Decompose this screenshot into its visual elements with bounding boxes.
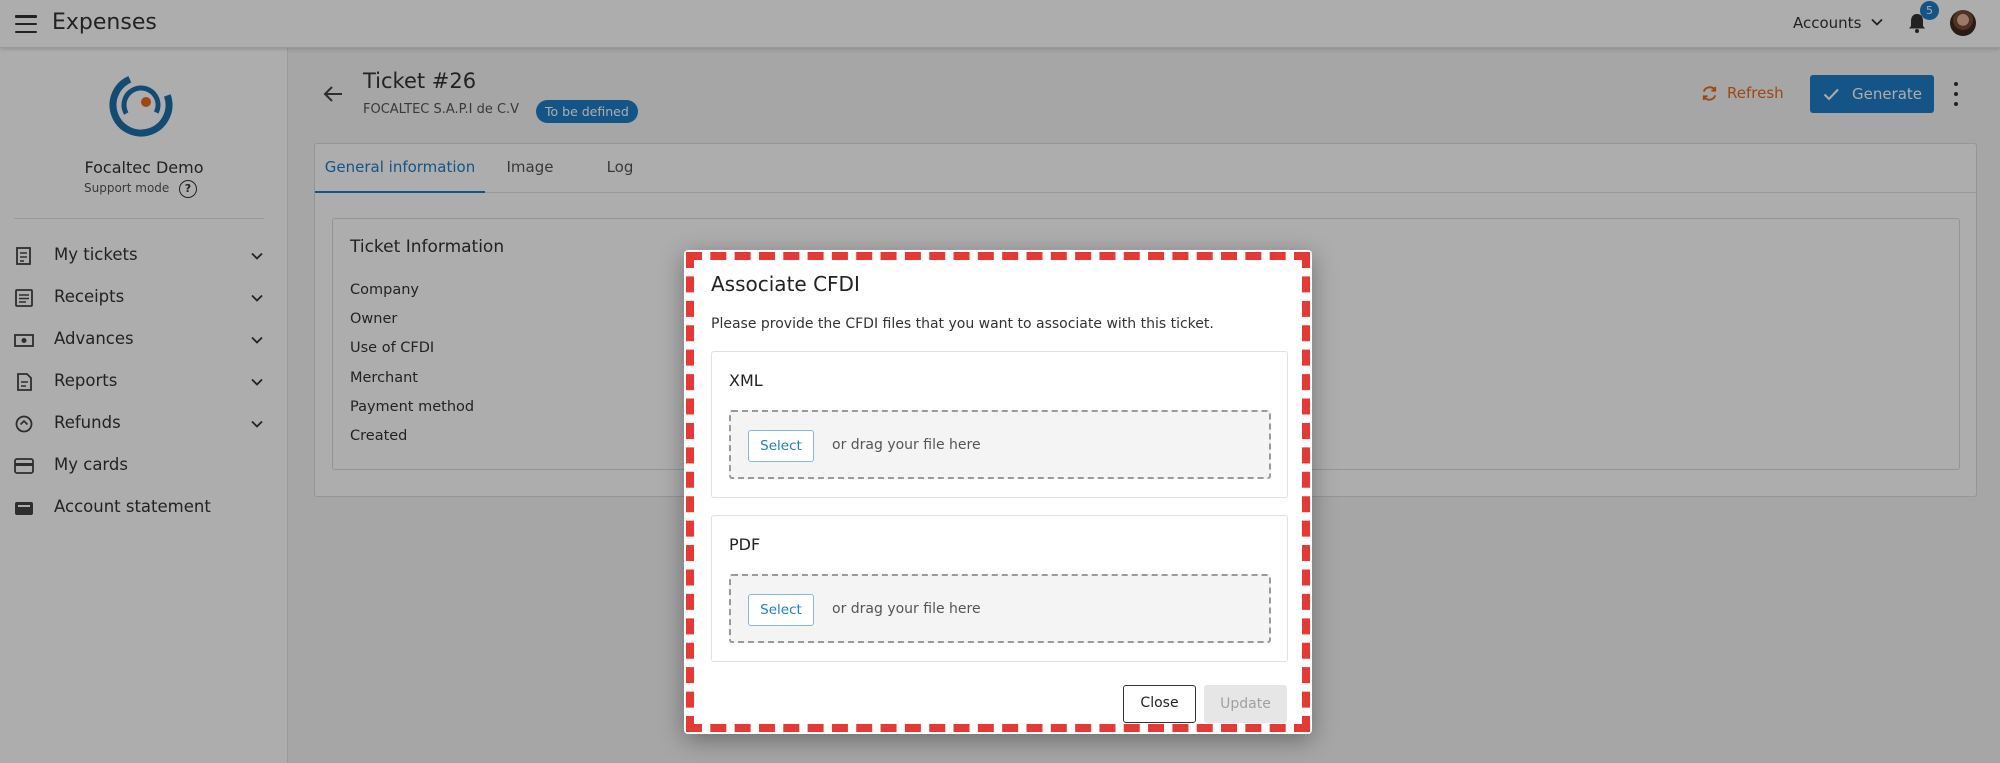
- update-button[interactable]: Update: [1204, 685, 1287, 723]
- xml-dropzone[interactable]: Select or drag your file here: [729, 410, 1271, 479]
- xml-label: XML: [729, 371, 763, 390]
- associate-cfdi-dialog: Associate CFDI Please provide the CFDI f…: [684, 250, 1312, 734]
- pdf-select-button[interactable]: Select: [748, 594, 814, 626]
- pdf-drag-hint: or drag your file here: [832, 601, 981, 617]
- dialog-description: Please provide the CFDI files that you w…: [711, 316, 1214, 332]
- dialog-title: Associate CFDI: [711, 272, 860, 296]
- pdf-dropzone[interactable]: Select or drag your file here: [729, 574, 1271, 643]
- pdf-label: PDF: [729, 535, 761, 554]
- xml-upload-section: XML Select or drag your file here: [711, 351, 1288, 498]
- pdf-upload-section: PDF Select or drag your file here: [711, 515, 1288, 662]
- xml-drag-hint: or drag your file here: [832, 437, 981, 453]
- xml-select-button[interactable]: Select: [748, 430, 814, 462]
- close-button[interactable]: Close: [1123, 685, 1196, 723]
